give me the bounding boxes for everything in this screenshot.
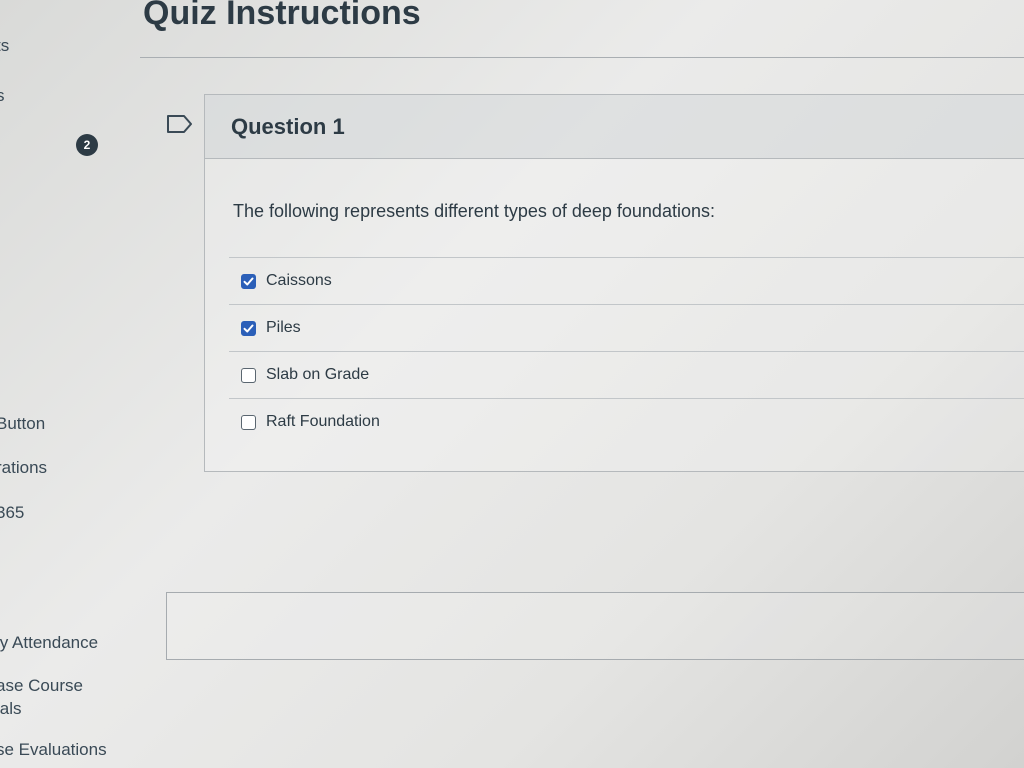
answer-option[interactable]: Raft Foundation [229,398,1024,445]
nav-item-course-materials-line2[interactable]: ials [0,699,22,719]
page-title: Quiz Instructions [143,0,421,32]
answer-list: Caissons Piles Slab on Grade Raft Founda… [229,257,1024,445]
question-prompt: The following represents different types… [233,201,715,221]
title-divider [140,57,1024,58]
nav-item-1[interactable]: ts [0,36,9,56]
nav-item-365[interactable]: 365 [0,503,24,523]
answer-label: Raft Foundation [266,413,380,430]
next-question-card [166,592,1024,660]
nav-item-course-materials-line1[interactable]: ase Course [0,676,83,696]
main-content: Quiz Instructions Question 1 The followi… [140,0,1024,768]
answer-option[interactable]: Caissons [229,257,1024,304]
checkmark-icon [243,324,254,332]
checkbox-checked[interactable] [241,320,256,336]
course-navigation: ts s 2 Button rations 365 ly Attendance … [0,0,130,768]
checkbox-unchecked[interactable] [241,414,256,430]
question-title: Question 1 [231,113,345,139]
nav-item-evaluations[interactable]: se Evaluations [0,740,107,760]
nav-item-integrations[interactable]: rations [0,458,47,478]
answer-label: Slab on Grade [266,366,370,383]
checkbox-checked[interactable] [241,273,256,289]
answer-option[interactable]: Piles [229,304,1024,351]
nav-item-2[interactable]: s [0,86,5,106]
checkmark-icon [243,277,254,285]
checkbox-unchecked[interactable] [241,367,256,383]
answer-label: Piles [266,319,301,336]
question-card: Question 1 The following represents diff… [204,94,1024,472]
nav-item-button[interactable]: Button [0,414,45,434]
flag-question-icon[interactable] [166,114,194,134]
notification-badge: 2 [76,134,98,156]
answer-label: Caissons [266,272,332,289]
answer-option[interactable]: Slab on Grade [229,351,1024,398]
nav-item-attendance[interactable]: ly Attendance [0,633,98,653]
question-header: Question 1 [205,95,1024,159]
